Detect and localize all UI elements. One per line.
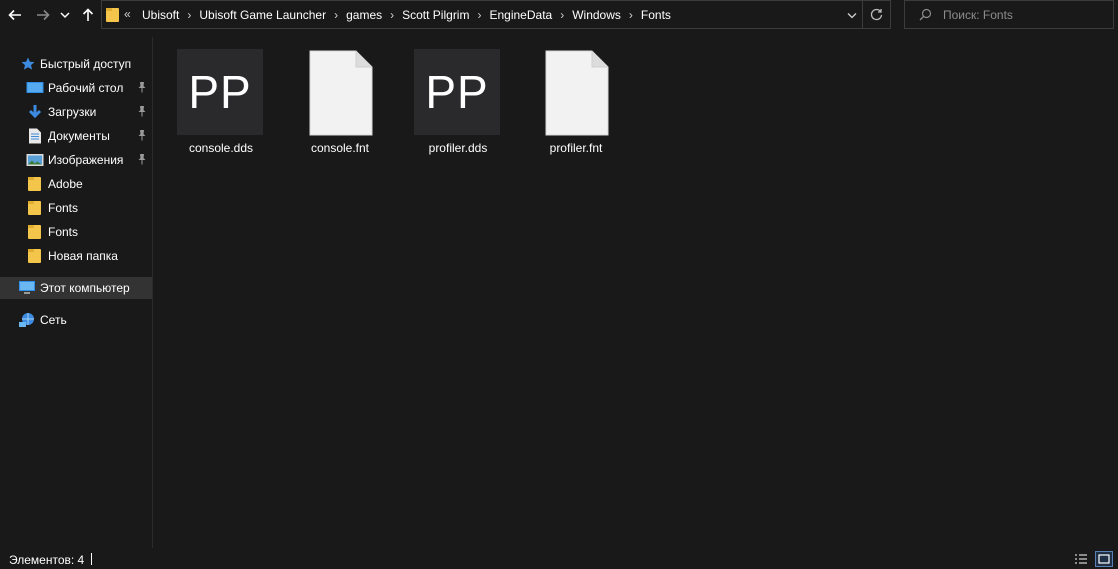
thumbnail-text: PP — [188, 66, 252, 118]
breadcrumb-separator-icon[interactable]: › — [477, 8, 481, 22]
breadcrumb-separator-icon[interactable]: › — [187, 8, 191, 22]
thumbnail-text: PP — [425, 66, 489, 118]
sidebar-item-documents[interactable]: Документы — [0, 125, 152, 147]
arrow-left-icon — [8, 9, 21, 21]
breadcrumb-item[interactable]: Ubisoft — [142, 8, 179, 22]
breadcrumb-separator-icon[interactable]: › — [334, 8, 338, 22]
refresh-button[interactable] — [862, 1, 890, 28]
breadcrumb-separator-icon[interactable]: › — [560, 8, 564, 22]
arrow-right-icon — [37, 9, 50, 21]
file-icon — [545, 50, 609, 139]
folder-icon — [106, 7, 120, 26]
chevron-down-icon — [60, 12, 70, 19]
file-icon — [309, 50, 373, 139]
sidebar-item-label: Изображения — [48, 153, 124, 167]
folder-icon — [28, 224, 44, 240]
file-name: console.dds — [188, 141, 254, 155]
status-separator — [91, 553, 92, 565]
navigation-bar: « Ubisoft › Ubisoft Game Launcher › game… — [0, 0, 1118, 30]
desktop-icon — [26, 80, 44, 96]
address-bar[interactable]: « Ubisoft › Ubisoft Game Launcher › game… — [101, 0, 891, 29]
sidebar-item-label: Adobe — [48, 177, 83, 191]
sidebar-item-label: Быстрый доступ — [40, 57, 132, 71]
star-icon — [20, 56, 36, 72]
sidebar-item-label: Fonts — [48, 225, 79, 239]
pin-icon[interactable] — [137, 81, 147, 96]
sidebar-item-this-pc[interactable]: Этот компьютер — [0, 277, 152, 299]
file-name: profiler.fnt — [549, 141, 603, 155]
details-view-button[interactable] — [1072, 551, 1090, 567]
breadcrumb-separator-icon[interactable]: › — [629, 8, 633, 22]
refresh-icon — [870, 8, 883, 21]
navigation-pane: Быстрый доступ Рабочий стол Загрузки Док… — [0, 37, 152, 548]
status-bar: Элементов: 4 — [0, 548, 1118, 569]
sidebar-item-network[interactable]: Сеть — [0, 309, 152, 331]
sidebar-item-label: Fonts — [48, 201, 79, 215]
back-button[interactable] — [4, 4, 26, 26]
pin-icon[interactable] — [137, 105, 147, 120]
recent-locations-button[interactable] — [57, 4, 73, 26]
computer-icon — [18, 280, 35, 296]
address-overflow[interactable]: « — [124, 7, 131, 21]
pin-icon[interactable] — [137, 129, 147, 144]
large-icons-view-icon — [1098, 554, 1110, 564]
chevron-down-icon — [847, 12, 857, 18]
sidebar-item-downloads[interactable]: Загрузки — [0, 101, 152, 123]
details-view-icon — [1075, 554, 1087, 564]
breadcrumb-item[interactable]: Scott Pilgrim — [402, 8, 469, 22]
up-button[interactable] — [77, 4, 99, 26]
network-icon — [18, 312, 34, 328]
download-icon — [27, 104, 43, 120]
folder-icon — [28, 176, 44, 192]
sidebar-item-label: Загрузки — [48, 105, 97, 119]
search-input[interactable] — [943, 6, 1103, 24]
sidebar-item-label: Рабочий стол — [48, 81, 124, 95]
sidebar-item-new-folder[interactable]: Новая папка — [0, 245, 152, 267]
breadcrumb-item[interactable]: Ubisoft Game Launcher — [199, 8, 326, 22]
item-count: Элементов: 4 — [9, 553, 85, 567]
document-icon — [28, 128, 44, 144]
sidebar-item-quick-access[interactable]: Быстрый доступ — [0, 53, 152, 75]
sidebar-item-fonts[interactable]: Fonts — [0, 221, 152, 243]
folder-icon — [28, 248, 44, 264]
sidebar-item-label: Новая папка — [48, 249, 118, 263]
sidebar-item-adobe[interactable]: Adobe — [0, 173, 152, 195]
file-item[interactable]: console.fnt — [292, 43, 388, 159]
arrow-up-icon — [82, 8, 94, 21]
sidebar-item-desktop[interactable]: Рабочий стол — [0, 77, 152, 99]
address-dropdown-button[interactable] — [844, 6, 860, 24]
file-name: console.fnt — [310, 141, 370, 155]
breadcrumb-separator-icon[interactable]: › — [390, 8, 394, 22]
pictures-icon — [26, 152, 44, 168]
sidebar-item-fonts[interactable]: Fonts — [0, 197, 152, 219]
breadcrumb-item[interactable]: Windows — [572, 8, 621, 22]
breadcrumb-item-current[interactable]: Fonts — [641, 8, 671, 22]
sidebar-item-label: Этот компьютер — [40, 281, 130, 295]
file-name: profiler.dds — [428, 141, 488, 155]
breadcrumb-item[interactable]: EngineData — [489, 8, 552, 22]
file-list: PP console.dds console.fnt PP profiler.d… — [153, 37, 1118, 548]
breadcrumb: Ubisoft › Ubisoft Game Launcher › games … — [142, 8, 671, 22]
search-icon — [919, 8, 932, 24]
sidebar-item-pictures[interactable]: Изображения — [0, 149, 152, 171]
image-thumbnail: PP — [177, 49, 263, 135]
file-item[interactable]: PP profiler.dds — [410, 43, 506, 159]
search-box — [904, 0, 1114, 29]
pin-icon[interactable] — [137, 153, 147, 168]
file-item[interactable]: PP console.dds — [173, 43, 269, 159]
sidebar-item-label: Сеть — [40, 313, 67, 327]
sidebar-item-label: Документы — [48, 129, 110, 143]
image-thumbnail: PP — [414, 49, 500, 135]
folder-icon — [28, 200, 44, 216]
forward-button[interactable] — [32, 4, 54, 26]
file-item[interactable]: profiler.fnt — [528, 43, 624, 159]
breadcrumb-item[interactable]: games — [346, 8, 382, 22]
large-icons-view-button[interactable] — [1095, 551, 1113, 567]
